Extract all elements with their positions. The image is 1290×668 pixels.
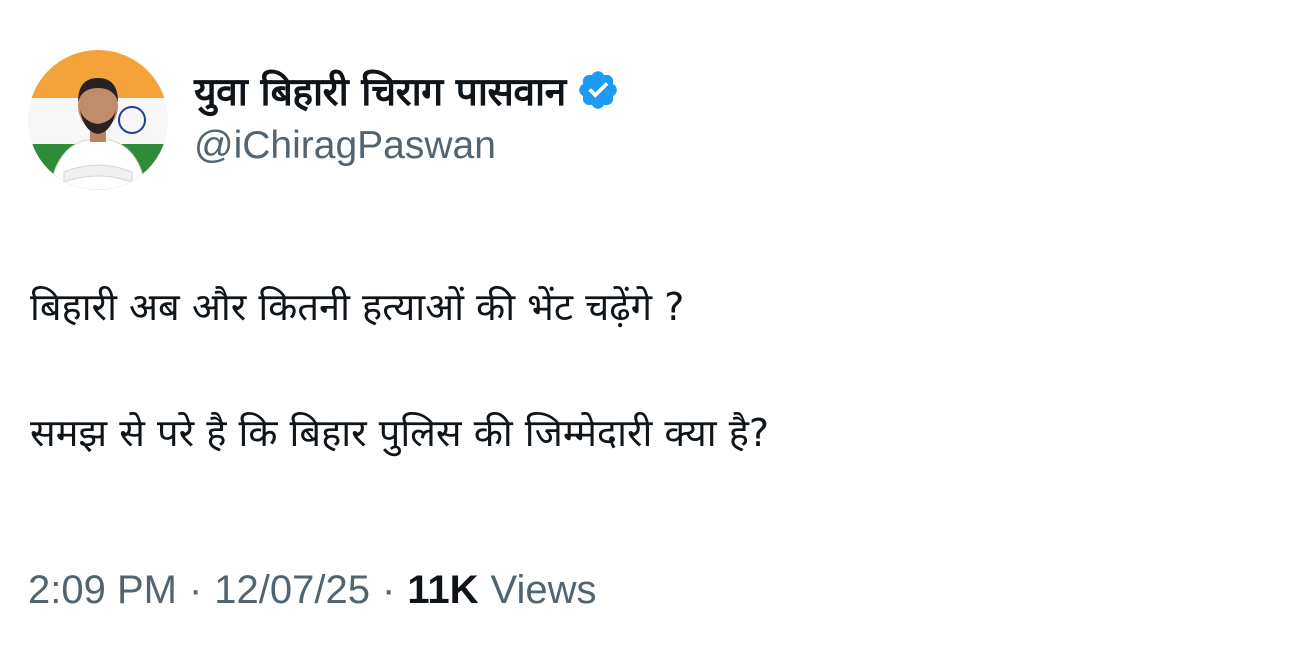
tweet-card: युवा बिहारी चिराग पासवान @iChiragPaswan … <box>0 0 1290 668</box>
verified-badge-icon[interactable] <box>576 68 620 112</box>
tweet-text: बिहारी अब और कितनी हत्याओं की भेंट चढ़ें… <box>30 272 1260 468</box>
meta-separator: · <box>382 568 396 612</box>
tweet-line-1: बिहारी अब और कितनी हत्याओं की भेंट चढ़ें… <box>30 285 685 329</box>
display-name[interactable]: युवा बिहारी चिराग पासवान <box>194 64 566 117</box>
meta-separator: · <box>188 568 203 612</box>
tweet-line-2: समझ से परे है कि बिहार पुलिस की जिम्मेदा… <box>30 411 770 455</box>
views-label: Views <box>490 568 597 612</box>
views-count[interactable]: 11K <box>407 568 478 613</box>
author-name-row: युवा बिहारी चिराग पासवान <box>194 62 620 118</box>
author-handle[interactable]: @iChiragPaswan <box>194 124 496 168</box>
tweet-meta: 2:09 PM · 12/07/25 · 11K Views <box>28 568 596 613</box>
avatar[interactable] <box>28 50 168 190</box>
tweet-date[interactable]: 12/07/25 <box>214 568 370 613</box>
avatar-image <box>28 50 168 190</box>
tweet-time[interactable]: 2:09 PM <box>28 568 177 613</box>
